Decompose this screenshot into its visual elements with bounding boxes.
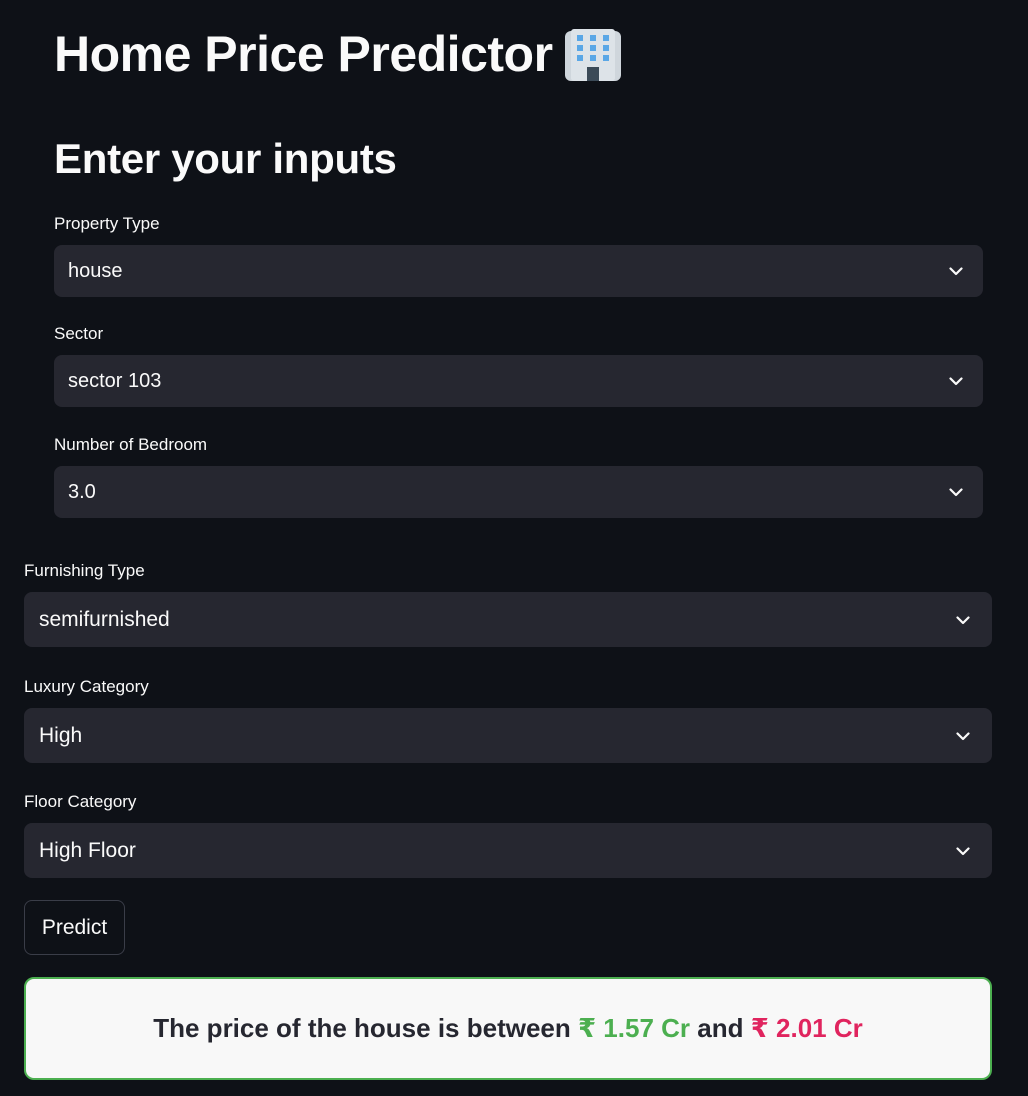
luxury-category-select[interactable]: High xyxy=(24,708,992,763)
chevron-down-icon xyxy=(956,615,970,624)
floor-category-select[interactable]: High Floor xyxy=(24,823,992,878)
property-type-label: Property Type xyxy=(54,214,160,233)
luxury-category-field: Luxury Category High xyxy=(24,676,992,763)
sector-field: Sector sector 103 xyxy=(54,323,983,407)
furnishing-type-field: Furnishing Type semifurnished xyxy=(24,560,992,647)
result-connector: and xyxy=(690,1013,751,1043)
furnishing-type-select[interactable]: semifurnished xyxy=(24,592,992,647)
property-type-select[interactable]: house xyxy=(54,245,983,297)
furnishing-type-value: semifurnished xyxy=(39,607,170,631)
page-title: Home Price Predictor xyxy=(54,22,623,86)
section-title: Enter your inputs xyxy=(54,135,397,182)
predict-button[interactable]: Predict xyxy=(24,900,125,955)
floor-category-field: Floor Category High Floor xyxy=(24,791,992,878)
property-type-field: Property Type house xyxy=(54,213,983,297)
result-low-price: ₹ 1.57 Cr xyxy=(577,1013,691,1043)
floor-category-label: Floor Category xyxy=(24,792,137,811)
furnishing-type-label: Furnishing Type xyxy=(24,561,145,580)
result-high-price: ₹ 2.01 Cr xyxy=(750,1013,863,1043)
chevron-down-icon xyxy=(949,488,963,497)
sector-label: Sector xyxy=(54,324,104,343)
bedrooms-value: 3.0 xyxy=(68,480,96,503)
chevron-down-icon xyxy=(956,846,970,855)
luxury-category-value: High xyxy=(39,723,83,747)
office-building-icon xyxy=(563,25,623,83)
luxury-category-label: Luxury Category xyxy=(24,677,149,696)
sector-value: sector 103 xyxy=(68,369,162,392)
floor-category-value: High Floor xyxy=(39,838,136,862)
chevron-down-icon xyxy=(949,377,963,386)
result-prefix: The price of the house is between xyxy=(153,1013,578,1043)
app-page: Home Price Predictor Enter your inputs P… xyxy=(0,0,1028,1096)
chevron-down-icon xyxy=(949,267,963,276)
bedrooms-field: Number of Bedroom 3.0 xyxy=(54,434,983,518)
page-title-text: Home Price Predictor xyxy=(54,26,553,82)
sector-select[interactable]: sector 103 xyxy=(54,355,983,407)
property-type-value: house xyxy=(68,259,123,282)
bedrooms-select[interactable]: 3.0 xyxy=(54,466,983,518)
result-alert: The price of the house is between ₹ 1.57… xyxy=(24,977,992,1080)
chevron-down-icon xyxy=(956,731,970,740)
bedrooms-label: Number of Bedroom xyxy=(54,435,208,454)
